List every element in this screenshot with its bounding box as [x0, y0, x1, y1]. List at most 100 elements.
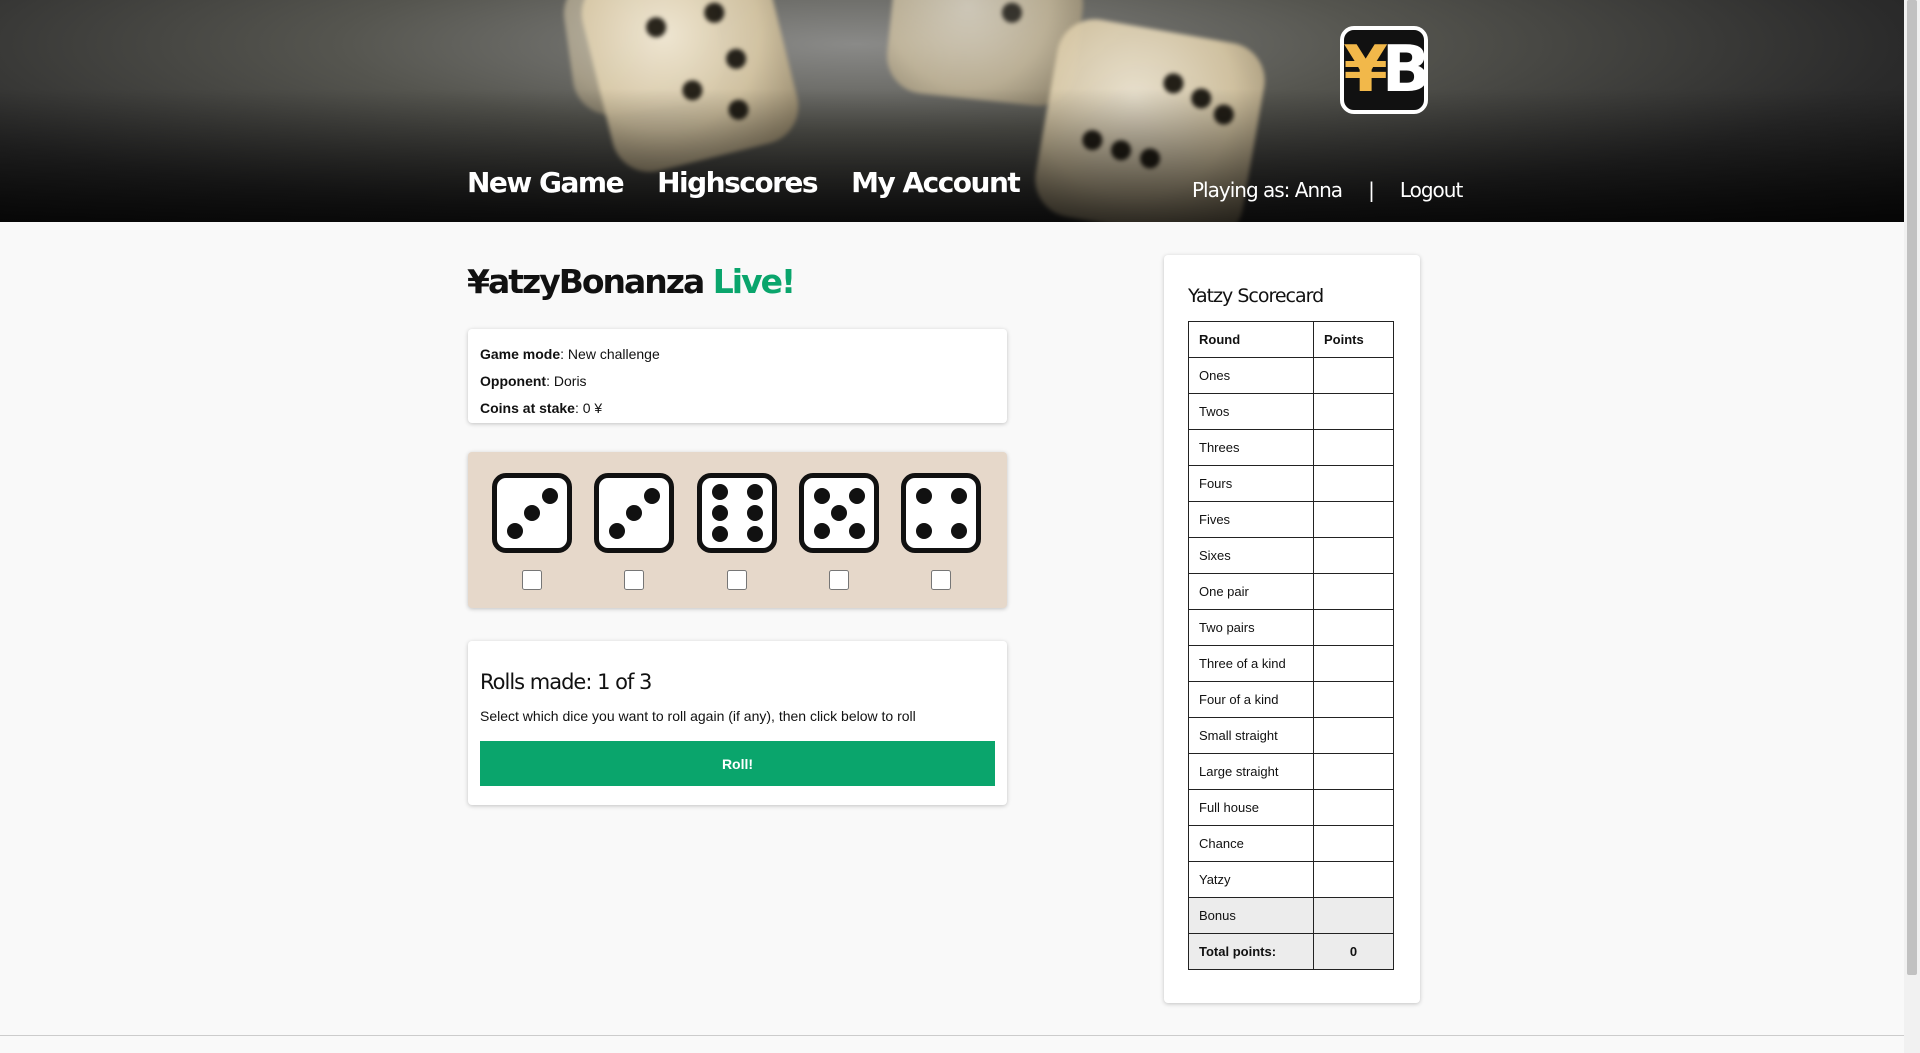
page-scrollbar[interactable]: [1904, 0, 1920, 1053]
scorecard-round-label: Twos: [1188, 393, 1314, 430]
scorecard-panel: Yatzy Scorecard Round Points Ones Twos Thr…: [1164, 255, 1420, 1003]
nav-highscores[interactable]: Highscores: [657, 166, 818, 199]
scorecard-row: Full house: [1188, 789, 1394, 826]
dice-panel: [468, 452, 1007, 608]
site-logo[interactable]: ¥ B: [1340, 26, 1431, 114]
die-pip: [643, 487, 660, 504]
scorecard-round-label: One pair: [1188, 573, 1314, 610]
die-face[interactable]: [697, 473, 777, 553]
scorecard-points-cell[interactable]: [1313, 573, 1394, 610]
die-slot: [491, 473, 573, 590]
scorecard-row: Ones: [1188, 357, 1394, 394]
scrollbar-thumb[interactable]: [1907, 0, 1917, 975]
die-slot: [798, 473, 880, 590]
die-pip: [746, 484, 763, 500]
hold-checkbox[interactable]: [624, 570, 644, 590]
scorecard-points-cell[interactable]: [1313, 393, 1394, 430]
hold-checkbox[interactable]: [931, 570, 951, 590]
die-face[interactable]: [594, 473, 674, 553]
die-pip: [831, 505, 847, 521]
scorecard-row: Twos: [1188, 393, 1394, 430]
scorecard-points-cell[interactable]: [1313, 789, 1394, 826]
scorecard-round-label: Three of a kind: [1188, 645, 1314, 682]
die-slot: [593, 473, 675, 590]
page-title-brand: ¥atzyBonanza: [467, 262, 705, 301]
total-label: Total points:: [1188, 933, 1314, 970]
scorecard-points-cell[interactable]: [1313, 429, 1394, 466]
die-pip: [950, 522, 967, 539]
scorecard-round-label: Fours: [1188, 465, 1314, 502]
logo-b-glyph: B: [1381, 33, 1431, 107]
scorecard-title: Yatzy Scorecard: [1188, 285, 1324, 307]
die-pip: [915, 522, 932, 539]
scorecard-row: Four of a kind: [1188, 681, 1394, 718]
roll-instruction: Select which dice you want to roll again…: [480, 708, 916, 724]
scorecard-body: Ones Twos Threes Fours Fives Sixes One pair Two…: [1188, 357, 1394, 898]
scorecard-points-cell[interactable]: [1313, 825, 1394, 862]
scorecard-points-cell[interactable]: [1313, 681, 1394, 718]
playing-as-label: Playing as: Anna: [1192, 178, 1343, 202]
die-pip: [848, 522, 865, 539]
bonus-label: Bonus: [1188, 897, 1314, 934]
page-title-live: Live!: [712, 262, 796, 301]
scorecard-points-cell[interactable]: [1313, 501, 1394, 538]
die-face[interactable]: [901, 473, 981, 553]
scorecard-bonus-row: Bonus: [1188, 897, 1394, 934]
die-pip: [626, 505, 642, 521]
die-pip: [848, 487, 865, 504]
rolls-made-heading: Rolls made: 1 of 3: [480, 670, 652, 694]
scorecard-points-cell[interactable]: [1313, 645, 1394, 682]
die-slot: [696, 473, 778, 590]
scorecard-row: Fives: [1188, 501, 1394, 538]
nav-new-game[interactable]: New Game: [467, 166, 625, 199]
scorecard-total-row: Total points: 0: [1188, 933, 1394, 970]
game-mode-row: Game mode: New challenge: [480, 341, 995, 368]
scorecard-row: Sixes: [1188, 537, 1394, 574]
opponent-label: Opponent: [480, 373, 547, 389]
die-face[interactable]: [492, 473, 572, 553]
die-slot: [900, 473, 982, 590]
game-info-card: Game mode: New challenge Opponent: Doris…: [468, 329, 1007, 423]
coins-label: Coins at stake: [480, 400, 575, 416]
coins-row: Coins at stake: 0 ¥: [480, 395, 995, 422]
coins-value: : 0 ¥: [574, 400, 603, 416]
scorecard-points-cell[interactable]: [1313, 753, 1394, 790]
scorecard-round-label: Full house: [1188, 789, 1314, 826]
nav-my-account[interactable]: My Account: [851, 166, 1021, 199]
opponent-value: : Doris: [546, 373, 587, 389]
scorecard-points-cell[interactable]: [1313, 357, 1394, 394]
scorecard-row: Threes: [1188, 429, 1394, 466]
roll-card: Rolls made: 1 of 3 Select which dice you…: [468, 641, 1007, 805]
scorecard-header-points: Points: [1313, 321, 1394, 358]
logo-yen-glyph: ¥: [1343, 33, 1387, 107]
scorecard-row: Small straight: [1188, 717, 1394, 754]
roll-button[interactable]: Roll!: [480, 741, 995, 786]
scorecard-points-cell[interactable]: [1313, 717, 1394, 754]
scorecard-round-label: Small straight: [1188, 717, 1314, 754]
die-pip: [746, 505, 763, 521]
die-pip: [506, 522, 523, 539]
scorecard-points-cell[interactable]: [1313, 465, 1394, 502]
die-face[interactable]: [799, 473, 879, 553]
scorecard-header-row: Round Points: [1188, 321, 1394, 358]
hold-checkbox[interactable]: [829, 570, 849, 590]
scorecard-round-label: Fives: [1188, 501, 1314, 538]
scorecard-points-cell[interactable]: [1313, 861, 1394, 898]
die-pip: [711, 526, 728, 542]
scorecard-round-label: Sixes: [1188, 537, 1314, 574]
user-bar: Playing as: Anna | Logout: [1192, 178, 1463, 202]
hold-checkbox[interactable]: [727, 570, 747, 590]
die-pip: [608, 522, 625, 539]
scorecard-points-cell[interactable]: [1313, 609, 1394, 646]
die-pip: [711, 505, 728, 521]
scorecard-round-label: Yatzy: [1188, 861, 1314, 898]
logout-link[interactable]: Logout: [1400, 178, 1463, 202]
scorecard-round-label: Threes: [1188, 429, 1314, 466]
scorecard-points-cell[interactable]: [1313, 537, 1394, 574]
hold-checkbox[interactable]: [522, 570, 542, 590]
scorecard-header-round: Round: [1188, 321, 1314, 358]
die-pip: [950, 487, 967, 504]
scorecard-row: Three of a kind: [1188, 645, 1394, 682]
die-pip: [541, 487, 558, 504]
scorecard-round-label: Ones: [1188, 357, 1314, 394]
